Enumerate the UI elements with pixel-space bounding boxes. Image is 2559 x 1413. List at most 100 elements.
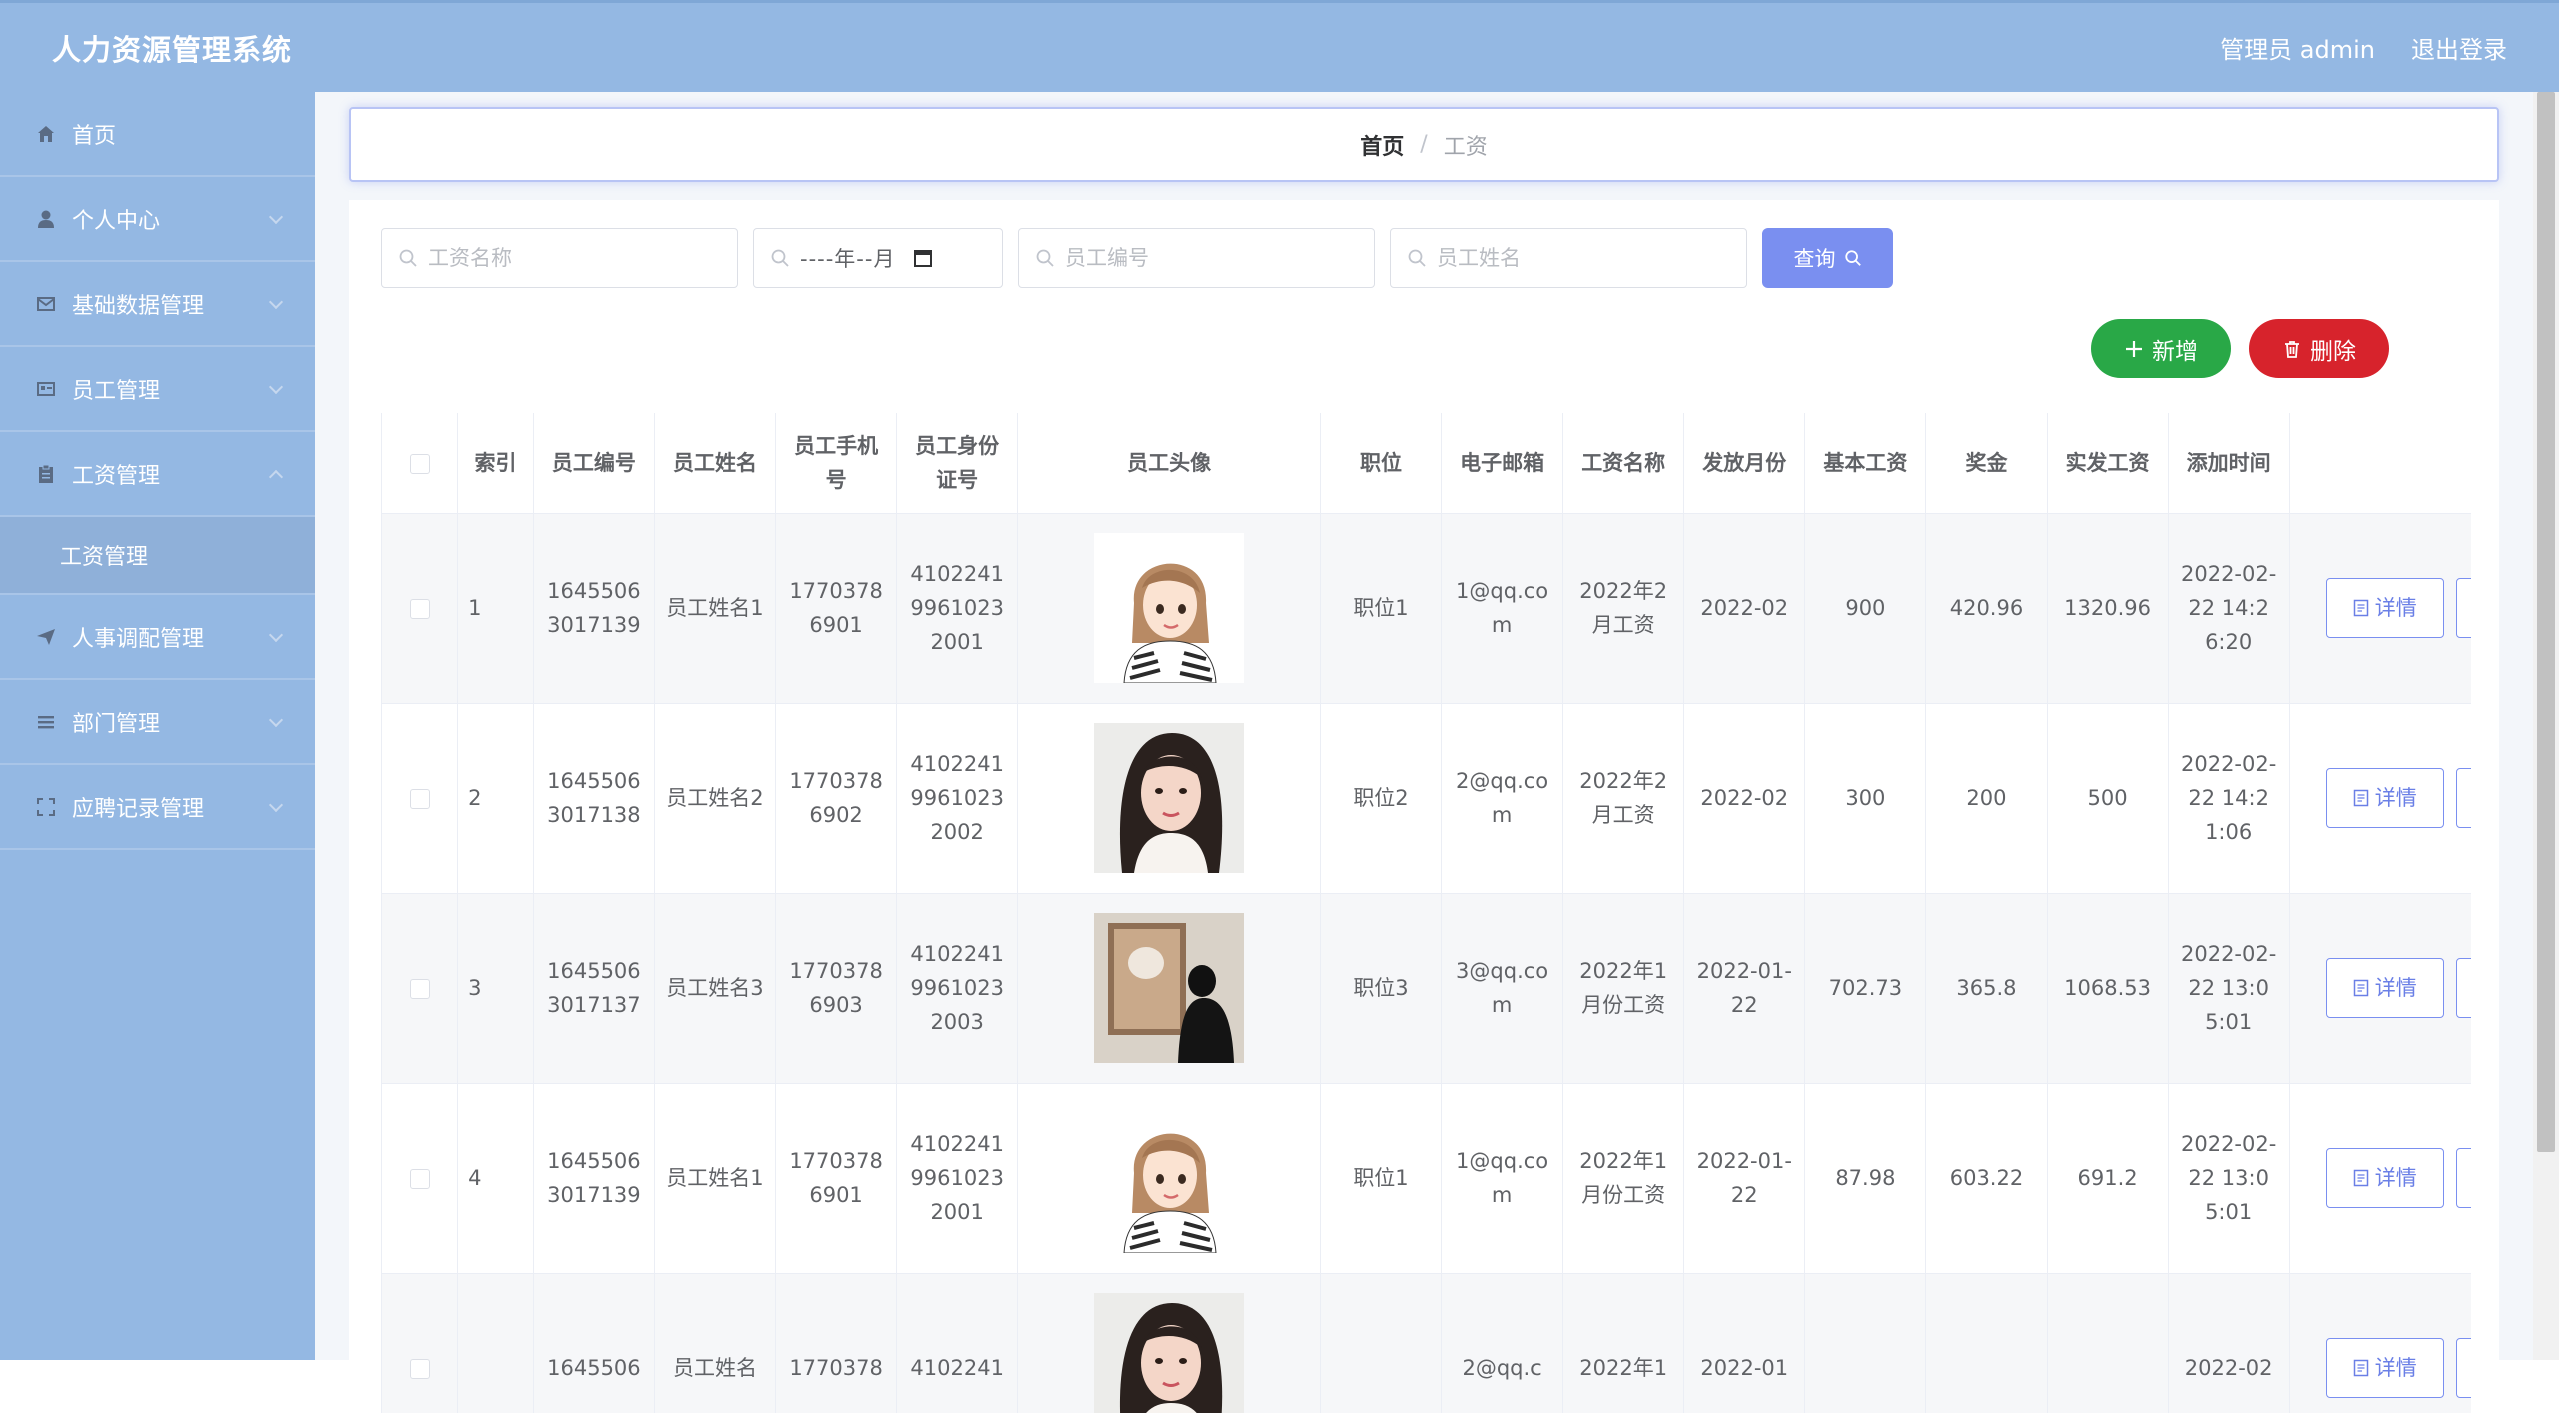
search-icon — [771, 249, 789, 267]
sidebar-item-basic-data[interactable]: 基础数据管理 — [0, 262, 315, 347]
cell-bonus: 420.96 — [1925, 513, 2048, 704]
sidebar-item-personnel-transfer[interactable]: 人事调配管理 — [0, 595, 315, 680]
row-checkbox[interactable] — [409, 599, 430, 619]
submenu-item-salary-management[interactable]: 工资管理 — [0, 517, 315, 595]
employee-no-search[interactable] — [1018, 228, 1375, 288]
col-salary-name: 工资名称 — [1562, 413, 1685, 514]
edit-button[interactable] — [2455, 1148, 2471, 1208]
cell-operations: 详情 — [2289, 703, 2471, 894]
sidebar-item-profile[interactable]: 个人中心 — [0, 177, 315, 262]
employee-name-search[interactable] — [1390, 228, 1747, 288]
select-all-cell[interactable] — [382, 413, 459, 514]
cell-created-time: 2022-02 — [2168, 1273, 2290, 1413]
cell-position: 职位1 — [1320, 513, 1443, 704]
breadcrumb: 首页 / 工资 — [349, 107, 2499, 182]
search-icon — [1844, 250, 1861, 266]
cell-avatar — [1017, 513, 1321, 704]
search-icon — [399, 249, 417, 267]
logout-link[interactable]: 退出登录 — [2411, 30, 2507, 65]
col-month: 发放月份 — [1683, 413, 1806, 514]
scrollbar-thumb[interactable] — [2537, 92, 2555, 1152]
row-select-cell — [382, 1083, 459, 1274]
col-phone: 员工手机号 — [775, 413, 898, 514]
detail-button[interactable]: 详情 — [2325, 1338, 2444, 1398]
delete-button[interactable]: 删除 — [2249, 319, 2389, 378]
employee-no-input[interactable] — [1065, 246, 1337, 270]
detail-label: 详情 — [2374, 596, 2417, 620]
month-value: ----年--月 — [800, 247, 896, 271]
detail-button[interactable]: 详情 — [2325, 1148, 2444, 1208]
cell-created-time: 2022-02-22 14:21:06 — [2168, 703, 2290, 894]
calendar-icon[interactable] — [913, 248, 933, 268]
cell-email: 1@qq.com — [1441, 513, 1564, 704]
cell-salary-name: 2022年1月份工资 — [1562, 893, 1685, 1084]
user-icon — [34, 207, 58, 231]
sidebar-item-recruitment[interactable]: 应聘记录管理 — [0, 765, 315, 850]
cell-employee-name: 员工姓名2 — [654, 703, 777, 894]
cell-id-card: 410224199610232002 — [896, 703, 1019, 894]
cell-avatar — [1017, 893, 1321, 1084]
chevron-down-icon — [268, 209, 284, 224]
cell-created-time: 2022-02-22 13:05:01 — [2168, 1083, 2290, 1274]
id-card-icon — [34, 377, 58, 401]
edit-button[interactable] — [2455, 768, 2471, 828]
salary-name-input[interactable] — [428, 246, 700, 270]
breadcrumb-home[interactable]: 首页 — [1360, 129, 1404, 161]
cell-employee-name: 员工姓名1 — [654, 1083, 777, 1274]
cell-index — [457, 1273, 534, 1413]
select-all-checkbox[interactable] — [409, 453, 430, 474]
sidebar-item-label: 个人中心 — [72, 208, 161, 234]
cell-bonus: 365.8 — [1925, 893, 2048, 1084]
col-employee-name: 员工姓名 — [654, 413, 777, 514]
cell-month: 2022-01-22 — [1683, 1083, 1806, 1274]
cell-month: 2022-01-22 — [1683, 893, 1806, 1084]
row-checkbox[interactable] — [409, 789, 430, 809]
detail-label: 详情 — [2374, 786, 2417, 810]
chevron-down-icon — [268, 379, 284, 394]
document-icon — [2353, 599, 2368, 617]
sidebar-item-label: 工资管理 — [72, 463, 161, 489]
row-select-cell — [382, 1273, 459, 1413]
sidebar-item-label: 人事调配管理 — [72, 626, 205, 652]
cell-employee-no: 1645506 — [533, 1273, 655, 1413]
col-created-time: 添加时间 — [2168, 413, 2290, 514]
edit-button[interactable] — [2455, 578, 2471, 638]
sidebar-item-label: 基础数据管理 — [72, 293, 205, 319]
detail-button[interactable]: 详情 — [2325, 958, 2444, 1018]
edit-button[interactable] — [2455, 958, 2471, 1018]
chevron-down-icon — [268, 712, 284, 727]
sidebar-item-employees[interactable]: 员工管理 — [0, 347, 315, 432]
vertical-scrollbar[interactable] — [2533, 92, 2559, 1360]
cell-salary-name: 2022年1 — [1562, 1273, 1685, 1413]
cell-base-salary: 87.98 — [1804, 1083, 1927, 1274]
sidebar-item-label: 部门管理 — [72, 711, 161, 737]
edit-button[interactable] — [2455, 1338, 2471, 1398]
query-button[interactable]: 查询 — [1762, 228, 1893, 288]
sidebar-item-salary[interactable]: 工资管理 — [0, 432, 315, 517]
app-title: 人力资源管理系统 — [52, 32, 293, 67]
plus-icon — [2126, 340, 2142, 357]
employee-name-input[interactable] — [1437, 246, 1709, 270]
row-checkbox[interactable] — [409, 979, 430, 999]
cell-salary-name: 2022年2月工资 — [1562, 513, 1685, 704]
detail-button[interactable]: 详情 — [2325, 578, 2444, 638]
col-employee-no: 员工编号 — [533, 413, 655, 514]
row-select-cell — [382, 513, 459, 704]
document-icon — [2353, 789, 2368, 807]
row-checkbox[interactable] — [409, 1359, 430, 1379]
cell-id-card: 410224199610232001 — [896, 513, 1019, 704]
sidebar: 首页 个人中心 基础数据管理 员工管理 工资管理 工资管理 人事调配管理 部门管… — [0, 92, 315, 1360]
add-button[interactable]: 新增 — [2091, 319, 2231, 378]
month-picker[interactable]: ----年--月 — [753, 228, 1003, 288]
breadcrumb-separator: / — [1420, 132, 1428, 157]
fullscreen-icon — [34, 795, 58, 819]
salary-name-search[interactable] — [381, 228, 738, 288]
sidebar-item-home[interactable]: 首页 — [0, 92, 315, 177]
cell-month: 2022-01 — [1683, 1273, 1806, 1413]
row-checkbox[interactable] — [409, 1169, 430, 1189]
sidebar-item-departments[interactable]: 部门管理 — [0, 680, 315, 765]
detail-button[interactable]: 详情 — [2325, 768, 2444, 828]
cell-employee-name: 员工姓名3 — [654, 893, 777, 1084]
cell-avatar — [1017, 1273, 1321, 1413]
detail-label: 详情 — [2374, 1356, 2417, 1380]
